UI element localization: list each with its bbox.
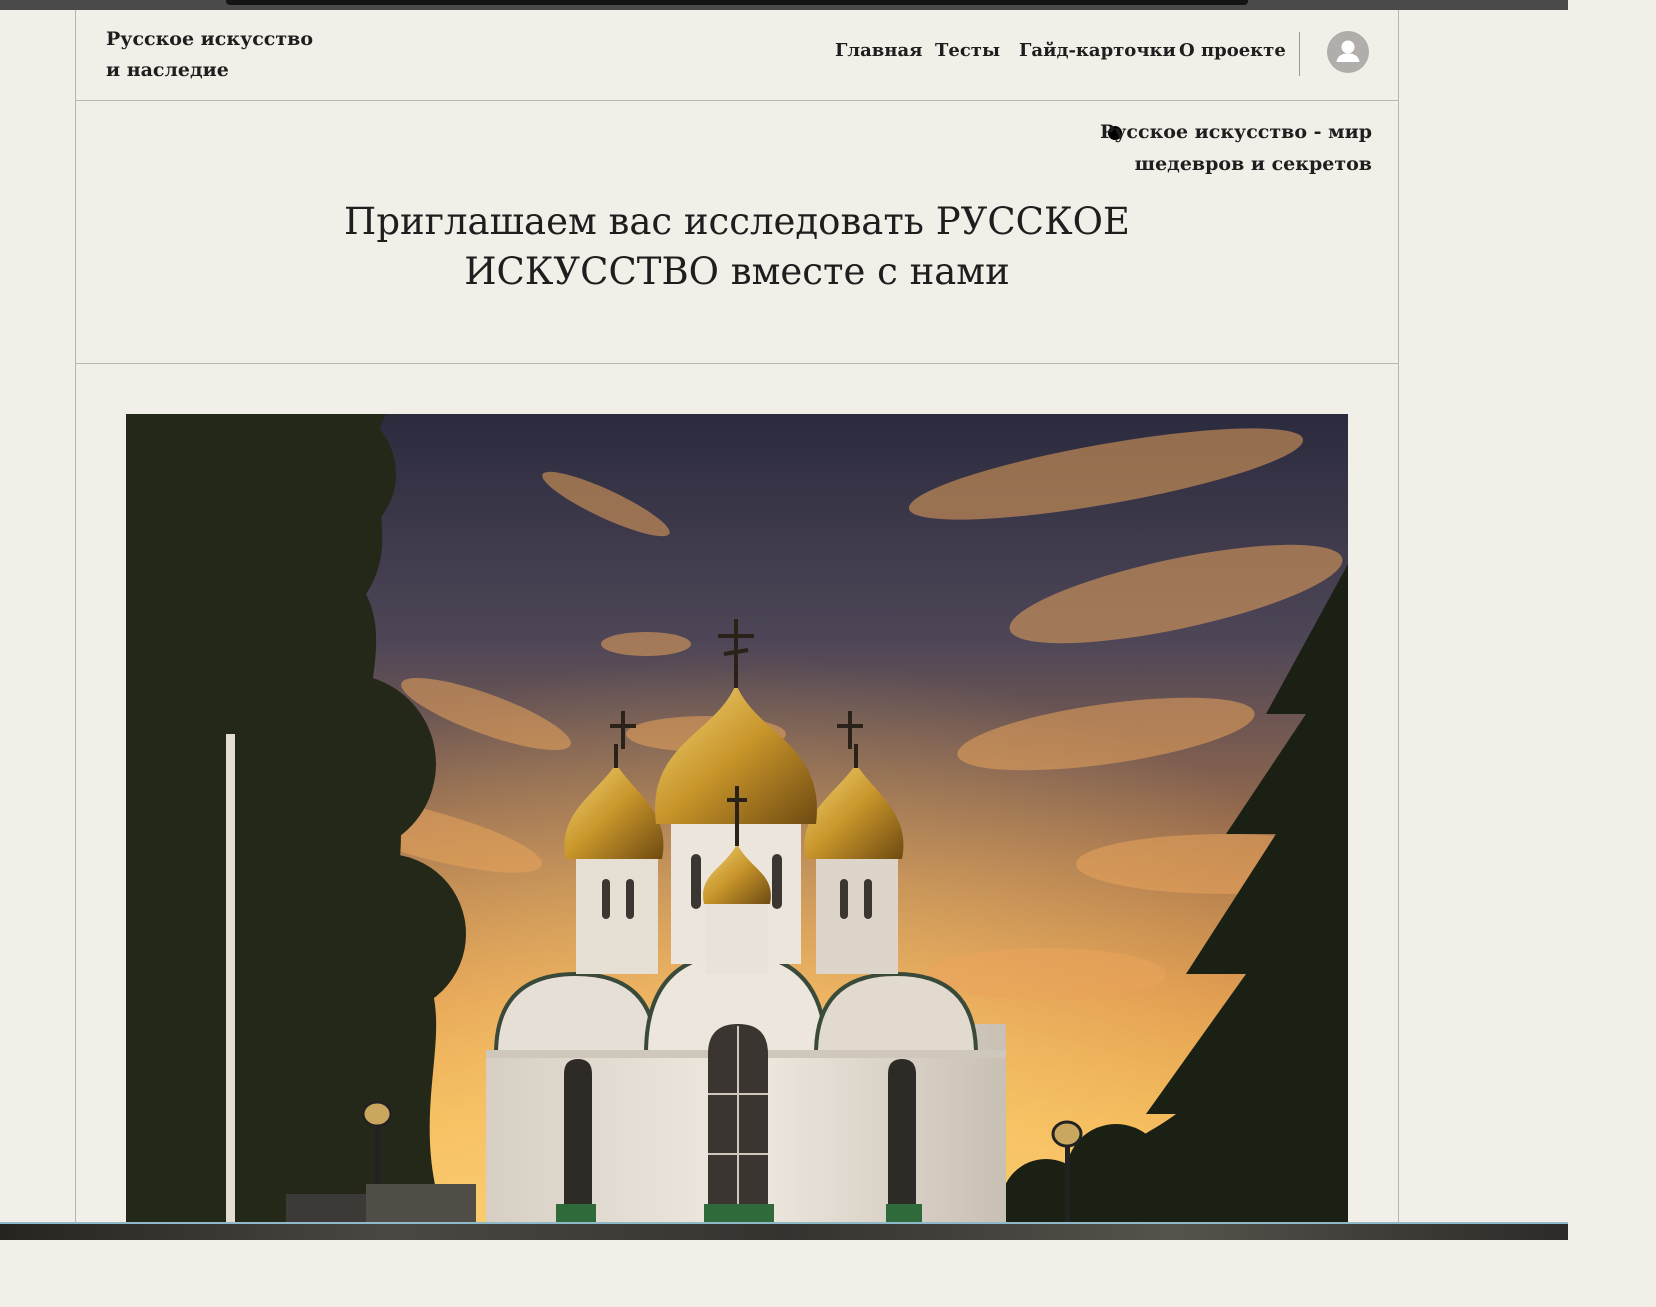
cathedral-photo [126, 414, 1348, 1224]
brand-line-1: Русское искусство [106, 28, 314, 50]
hero-headline: Приглашаем вас исследовать РУССКОЕ ИСКУС… [344, 200, 1130, 293]
nav-link-guide-cards[interactable]: Гайд-карточки [1019, 40, 1176, 61]
brand-line-2: и наследие [106, 59, 229, 81]
hero-tagline: Русское искусство - мир шедевров и секре… [1099, 121, 1372, 175]
user-icon[interactable] [1327, 31, 1369, 73]
nav-link-home[interactable]: Главная [835, 40, 922, 61]
page-frame: Русское искусство и наследие Главная Тес… [75, 10, 1399, 1224]
site-header: Русское искусство и наследие Главная Тес… [76, 10, 1398, 101]
hero-section: Русское искусство - мир шедевров и секре… [76, 101, 1398, 364]
nav-divider [1299, 32, 1300, 76]
browser-top-bar [0, 0, 1568, 10]
site-logo[interactable]: Русское искусство и наследие [106, 24, 313, 86]
nav-link-tests[interactable]: Тесты [935, 40, 1000, 61]
nav-link-about[interactable]: О проекте [1179, 40, 1286, 61]
taskbar-strip [0, 1222, 1568, 1240]
